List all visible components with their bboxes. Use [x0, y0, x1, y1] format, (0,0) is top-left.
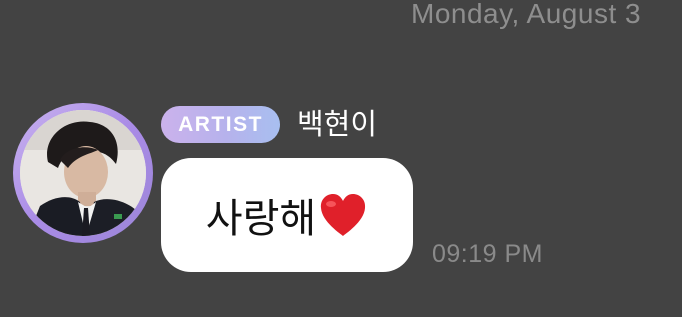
heart-icon	[318, 192, 368, 238]
artist-badge: ARTIST	[161, 106, 280, 143]
message-bubble[interactable]: 사랑해	[161, 158, 413, 272]
message-timestamp: 09:19 PM	[432, 240, 544, 268]
date-separator: Monday, August 3	[411, 0, 642, 29]
avatar-photo	[20, 110, 146, 236]
avatar[interactable]	[13, 103, 153, 243]
message-text: 사랑해	[205, 196, 317, 242]
message-content: 사랑해	[206, 186, 368, 244]
sender-name: 백현이	[297, 107, 378, 141]
chat-screen: Monday, August 3 ARTIST 백현이 사랑해 09:19 PM	[0, 0, 682, 317]
